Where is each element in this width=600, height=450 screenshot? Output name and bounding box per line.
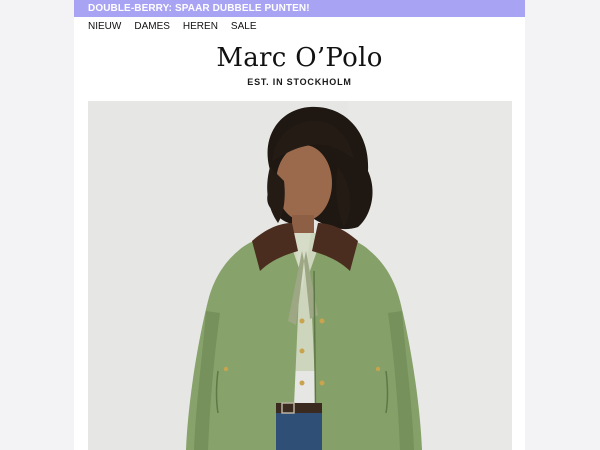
nav-item-nieuw[interactable]: NIEUW bbox=[88, 21, 121, 33]
promo-banner[interactable]: DOUBLE-BERRY: SPAAR DUBBELE PUNTEN! bbox=[74, 0, 525, 17]
nav-item-dames[interactable]: DAMES bbox=[134, 21, 170, 33]
model-illustration bbox=[88, 101, 512, 450]
brand-logo[interactable]: Marc O’Polo bbox=[74, 42, 525, 74]
email-container: DOUBLE-BERRY: SPAAR DUBBELE PUNTEN! NIEU… bbox=[74, 0, 525, 450]
brand-tagline: EST. IN STOCKHOLM bbox=[247, 77, 352, 87]
nav-item-heren[interactable]: HEREN bbox=[183, 21, 218, 33]
hero-image[interactable] bbox=[88, 101, 512, 450]
main-nav: NIEUW DAMES HEREN SALE bbox=[88, 21, 257, 33]
nav-item-sale[interactable]: SALE bbox=[231, 21, 257, 33]
promo-text[interactable]: DOUBLE-BERRY: SPAAR DUBBELE PUNTEN! bbox=[88, 3, 310, 14]
